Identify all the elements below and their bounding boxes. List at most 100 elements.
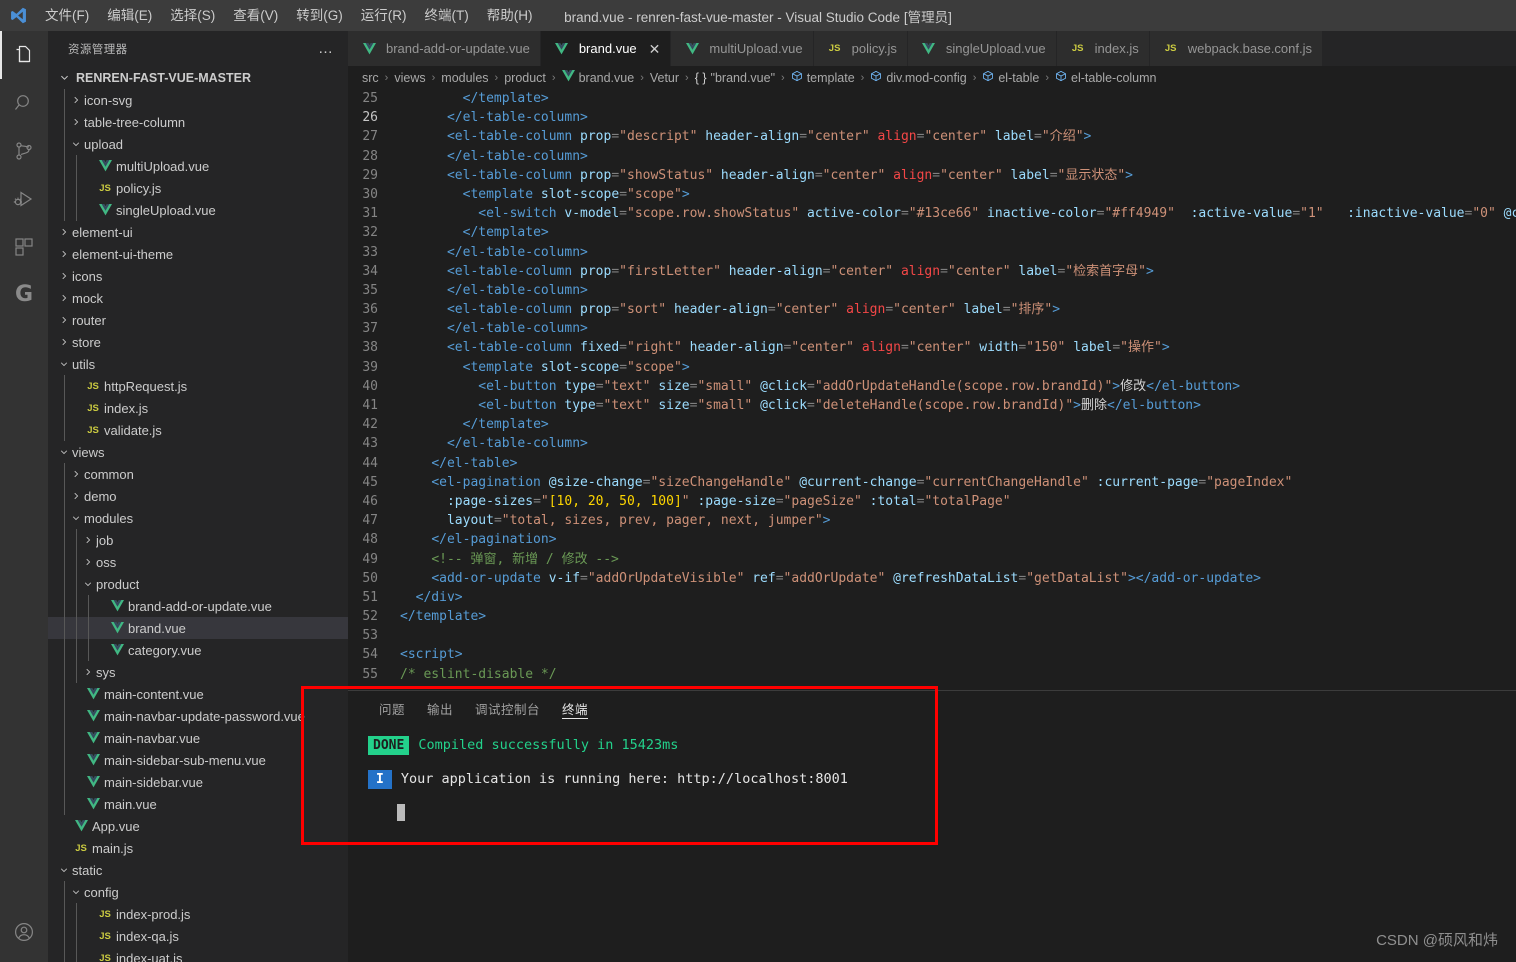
code-line[interactable]: 37 </el-table-column> bbox=[348, 319, 1516, 338]
tree-item-main-sidebar-sub-menu-vue[interactable]: main-sidebar-sub-menu.vue bbox=[48, 749, 348, 771]
code-line[interactable]: 30 <template slot-scope="scope"> bbox=[348, 185, 1516, 204]
tree-item-app-vue[interactable]: App.vue bbox=[48, 815, 348, 837]
code-line[interactable]: 25 </template> bbox=[348, 89, 1516, 108]
breadcrumb-item-9[interactable]: el-table bbox=[982, 70, 1039, 85]
menu-selection[interactable]: 选择(S) bbox=[161, 0, 224, 31]
breadcrumb-item-2[interactable]: modules bbox=[441, 71, 488, 85]
chevron-right-icon[interactable] bbox=[68, 95, 84, 105]
tree-item-modules[interactable]: modules bbox=[48, 507, 348, 529]
code-line[interactable]: 26 </el-table-column> bbox=[348, 108, 1516, 127]
tree-item-demo[interactable]: demo bbox=[48, 485, 348, 507]
tree-item-brand-vue[interactable]: brand.vue bbox=[48, 617, 348, 639]
chevron-right-icon[interactable] bbox=[56, 293, 72, 303]
tree-item-policy-js[interactable]: JS policy.js bbox=[48, 177, 348, 199]
chevron-down-icon[interactable] bbox=[80, 579, 96, 589]
code-line[interactable]: 42 </template> bbox=[348, 415, 1516, 434]
chevron-right-icon[interactable] bbox=[68, 469, 84, 479]
tree-item-singleupload-vue[interactable]: singleUpload.vue bbox=[48, 199, 348, 221]
panel-tab-problems[interactable]: 问题 bbox=[368, 691, 416, 726]
chevron-right-icon[interactable] bbox=[68, 491, 84, 501]
menu-file[interactable]: 文件(F) bbox=[36, 0, 98, 31]
code-line[interactable]: 41 <el-button type="text" size="small" @… bbox=[348, 396, 1516, 415]
menu-bar[interactable]: 文件(F) 编辑(E) 选择(S) 查看(V) 转到(G) 运行(R) 终端(T… bbox=[36, 0, 542, 31]
tree-item-brand-add-or-update-vue[interactable]: brand-add-or-update.vue bbox=[48, 595, 348, 617]
chevron-down-icon[interactable] bbox=[56, 865, 72, 875]
menu-go[interactable]: 转到(G) bbox=[287, 0, 352, 31]
code-line[interactable]: 28 </el-table-column> bbox=[348, 147, 1516, 166]
breadcrumb-item-4[interactable]: brand.vue bbox=[561, 70, 634, 85]
code-line[interactable]: 44 </el-table> bbox=[348, 454, 1516, 473]
tree-item-index-prod-js[interactable]: JS index-prod.js bbox=[48, 903, 348, 925]
tree-item-category-vue[interactable]: category.vue bbox=[48, 639, 348, 661]
code-line[interactable]: 35 </el-table-column> bbox=[348, 281, 1516, 300]
panel-tab-bar[interactable]: 问题 输出 调试控制台 终端 bbox=[348, 691, 1516, 726]
chevron-right-icon[interactable] bbox=[80, 557, 96, 567]
editor-tab-multiupload-vue[interactable]: multiUpload.vue bbox=[671, 31, 814, 66]
tree-item-upload[interactable]: upload bbox=[48, 133, 348, 155]
code-line[interactable]: 48 </el-pagination> bbox=[348, 530, 1516, 549]
tree-item-element-ui-theme[interactable]: element-ui-theme bbox=[48, 243, 348, 265]
breadcrumb-item-5[interactable]: Vetur bbox=[650, 71, 679, 85]
chevron-right-icon[interactable] bbox=[56, 227, 72, 237]
chevron-down-icon[interactable] bbox=[68, 139, 84, 149]
tree-item-element-ui[interactable]: element-ui bbox=[48, 221, 348, 243]
tree-item-index-js[interactable]: JS index.js bbox=[48, 397, 348, 419]
code-line[interactable]: 47 layout="total, sizes, prev, pager, ne… bbox=[348, 511, 1516, 530]
run-debug-icon[interactable] bbox=[0, 175, 48, 223]
code-line[interactable]: 55 /* eslint-disable */ bbox=[348, 665, 1516, 684]
code-line[interactable]: 27 <el-table-column prop="descript" head… bbox=[348, 127, 1516, 146]
breadcrumb-item-8[interactable]: div.mod-config bbox=[870, 70, 967, 85]
tree-item-main-vue[interactable]: main.vue bbox=[48, 793, 348, 815]
code-line[interactable]: 36 <el-table-column prop="sort" header-a… bbox=[348, 300, 1516, 319]
tree-item-job[interactable]: job bbox=[48, 529, 348, 551]
panel-tab-debug-console[interactable]: 调试控制台 bbox=[464, 691, 551, 726]
tree-item-store[interactable]: store bbox=[48, 331, 348, 353]
breadcrumb[interactable]: src › views › modules › product › brand.vue › Vetu… bbox=[348, 66, 1516, 89]
panel-tab-output[interactable]: 输出 bbox=[416, 691, 464, 726]
code-line[interactable]: 29 <el-table-column prop="showStatus" he… bbox=[348, 166, 1516, 185]
editor-tab-policy-js[interactable]: JS policy.js bbox=[813, 31, 908, 66]
chevron-right-icon[interactable] bbox=[68, 117, 84, 127]
tree-item-utils[interactable]: utils bbox=[48, 353, 348, 375]
breadcrumb-item-3[interactable]: product bbox=[504, 71, 546, 85]
chevron-right-icon[interactable] bbox=[56, 337, 72, 347]
code-line[interactable]: 38 <el-table-column fixed="right" header… bbox=[348, 338, 1516, 357]
tree-item-main-navbar-vue[interactable]: main-navbar.vue bbox=[48, 727, 348, 749]
tree-item-product[interactable]: product bbox=[48, 573, 348, 595]
breadcrumb-item-6[interactable]: { } "brand.vue" bbox=[695, 71, 775, 85]
code-line[interactable]: 43 </el-table-column> bbox=[348, 434, 1516, 453]
code-line[interactable]: 46 :page-sizes="[10, 20, 50, 100]" :page… bbox=[348, 492, 1516, 511]
gitee-g-icon[interactable]: G bbox=[0, 271, 48, 319]
code-line[interactable]: 50 <add-or-update v-if="addOrUpdateVisib… bbox=[348, 569, 1516, 588]
breadcrumb-item-7[interactable]: template bbox=[791, 70, 855, 85]
chevron-down-icon[interactable] bbox=[68, 513, 84, 523]
code-line[interactable]: 51 </div> bbox=[348, 588, 1516, 607]
tree-item-config[interactable]: config bbox=[48, 881, 348, 903]
editor-tab-bar[interactable]: brand-add-or-update.vue brand.vue ✕ multiUp… bbox=[348, 31, 1516, 66]
tree-item-common[interactable]: common bbox=[48, 463, 348, 485]
chevron-right-icon[interactable] bbox=[56, 315, 72, 325]
menu-terminal[interactable]: 终端(T) bbox=[416, 0, 478, 31]
breadcrumb-item-10[interactable]: el-table-column bbox=[1055, 70, 1157, 85]
tree-item-main-sidebar-vue[interactable]: main-sidebar.vue bbox=[48, 771, 348, 793]
more-actions-icon[interactable]: … bbox=[312, 40, 340, 57]
tree-item-main-navbar-update-password-vue[interactable]: main-navbar-update-password.vue bbox=[48, 705, 348, 727]
code-line[interactable]: 40 <el-button type="text" size="small" @… bbox=[348, 377, 1516, 396]
code-line[interactable]: 45 <el-pagination @size-change="sizeChan… bbox=[348, 473, 1516, 492]
tree-item-main-content-vue[interactable]: main-content.vue bbox=[48, 683, 348, 705]
code-line[interactable]: 39 <template slot-scope="scope"> bbox=[348, 358, 1516, 377]
tree-item-router[interactable]: router bbox=[48, 309, 348, 331]
account-circle-icon[interactable] bbox=[0, 908, 48, 956]
terminal-output[interactable]: DONE Compiled successfully in 15423ms I … bbox=[348, 726, 1516, 821]
editor-tab-index-js[interactable]: JS index.js bbox=[1056, 31, 1150, 66]
close-icon[interactable]: ✕ bbox=[649, 42, 661, 56]
explorer-icon[interactable] bbox=[0, 31, 48, 79]
tree-item-icon-svg[interactable]: icon-svg bbox=[48, 89, 348, 111]
menu-help[interactable]: 帮助(H) bbox=[478, 0, 542, 31]
editor-tab-singleupload-vue[interactable]: singleUpload.vue bbox=[907, 31, 1057, 66]
chevron-right-icon[interactable] bbox=[56, 249, 72, 259]
tree-item-static[interactable]: static bbox=[48, 859, 348, 881]
chevron-right-icon[interactable] bbox=[80, 535, 96, 545]
code-line[interactable]: 54 <script> bbox=[348, 645, 1516, 664]
breadcrumb-item-1[interactable]: views bbox=[394, 71, 425, 85]
